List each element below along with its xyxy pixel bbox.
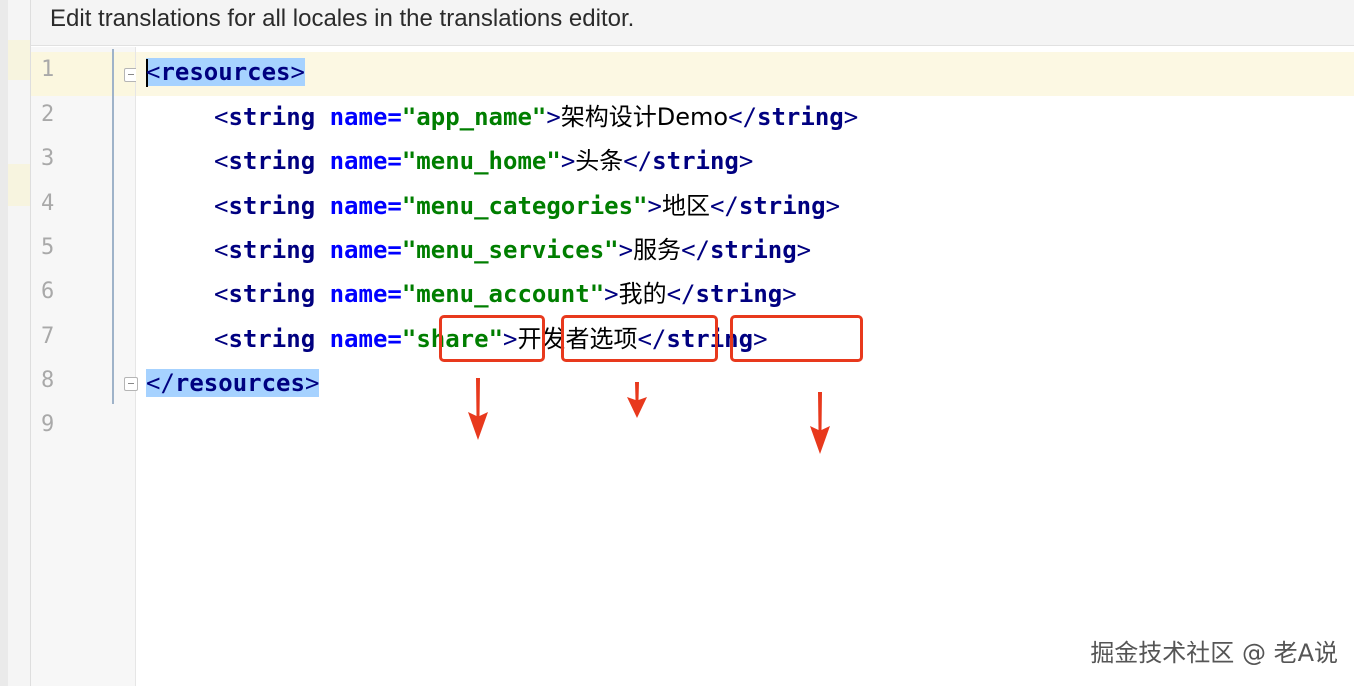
- attribute-value: "app_name": [401, 103, 547, 131]
- bracket: >: [304, 369, 320, 397]
- tag-name: string: [228, 325, 316, 353]
- attribute-value: "menu_services": [401, 236, 619, 264]
- attribute-name: name: [329, 280, 388, 308]
- attribute-name: name: [329, 192, 388, 220]
- selected-open-tag: <resources>: [146, 58, 305, 87]
- string-content: 架构设计Demo: [560, 103, 729, 131]
- tag-name: string: [228, 192, 316, 220]
- attribute-name: name: [329, 236, 388, 264]
- annotation-box-key: [439, 315, 545, 362]
- equals: =: [387, 236, 402, 264]
- down-arrow-icon: [627, 382, 647, 418]
- string-content: 地区: [661, 192, 710, 220]
- code-line-1[interactable]: <resources>: [146, 52, 305, 92]
- line-number: 3: [41, 146, 55, 171]
- bracket: <: [214, 325, 229, 353]
- bracket: >: [738, 147, 754, 175]
- bracket: </: [666, 280, 696, 308]
- annotation-box-value: [561, 315, 718, 362]
- current-line-highlight: [136, 52, 1354, 96]
- line-number: 7: [41, 324, 55, 349]
- equals: =: [387, 192, 402, 220]
- tag-name: string: [709, 236, 797, 264]
- string-content: 头条: [575, 147, 624, 175]
- bracket: >: [546, 103, 561, 131]
- bracket: <: [146, 58, 161, 86]
- tag-name: resources: [160, 58, 291, 86]
- bracket: >: [782, 280, 797, 308]
- notification-banner[interactable]: Edit translations for all locales in the…: [31, 0, 1354, 46]
- bracket: </: [681, 236, 710, 264]
- watermark: 掘金技术社区 @ 老A说: [1090, 639, 1338, 667]
- bracket: >: [825, 192, 841, 220]
- string-content: 我的: [618, 280, 667, 308]
- bracket: </: [146, 369, 175, 397]
- editor-gutter: 1 2 3 4 5 6 7 8 9: [31, 47, 138, 686]
- selected-close-tag: </resources>: [146, 369, 320, 397]
- equals: =: [387, 325, 402, 353]
- bracket: </: [623, 147, 653, 175]
- line-number: 2: [41, 102, 55, 127]
- bracket: >: [618, 236, 634, 264]
- bracket: <: [214, 236, 229, 264]
- bracket: >: [560, 147, 576, 175]
- code-line-3[interactable]: <string name="menu_home">头条</string>: [214, 141, 753, 181]
- strip-highlight: [8, 40, 30, 80]
- line-number: 4: [41, 191, 55, 216]
- attribute-value: "menu_categories": [401, 192, 648, 220]
- string-content: 服务: [633, 236, 682, 264]
- code-line-6[interactable]: <string name="menu_account">我的</string>: [214, 274, 797, 314]
- tag-name: string: [228, 147, 316, 175]
- equals: =: [387, 103, 402, 131]
- attribute-value: "menu_account": [401, 280, 605, 308]
- equals: =: [387, 147, 402, 175]
- bracket: >: [604, 280, 619, 308]
- tool-window-strip: [8, 0, 31, 686]
- attribute-name: name: [329, 325, 388, 353]
- attribute-name: name: [329, 147, 388, 175]
- line-number: 9: [41, 412, 55, 437]
- attribute-name: name: [329, 103, 388, 131]
- line-number: 1: [41, 57, 55, 82]
- bracket: </: [728, 103, 758, 131]
- outer-frame-edge: [0, 0, 8, 686]
- bracket: <: [214, 103, 229, 131]
- bracket: >: [647, 192, 662, 220]
- code-line-8[interactable]: </resources>: [146, 363, 320, 403]
- fold-toggle-icon[interactable]: [124, 377, 138, 391]
- line-number: 8: [41, 368, 55, 393]
- tag-name: resources: [174, 369, 305, 397]
- indent-guide: [112, 49, 114, 404]
- equals: =: [387, 280, 402, 308]
- tag-name: string: [228, 103, 316, 131]
- tag-name: string: [695, 280, 783, 308]
- tag-name: string: [228, 280, 316, 308]
- bracket: >: [843, 103, 859, 131]
- annotation-box-tag: [730, 315, 863, 362]
- line-number: 6: [41, 279, 55, 304]
- down-arrow-icon: [810, 392, 830, 454]
- quote: ": [401, 325, 417, 353]
- bracket: <: [214, 192, 229, 220]
- tag-name: string: [652, 147, 739, 175]
- code-line-4[interactable]: <string name="menu_categories">地区</strin…: [214, 186, 840, 226]
- strip-highlight: [8, 164, 30, 206]
- tag-name: string: [738, 192, 826, 220]
- tag-name: string: [228, 236, 316, 264]
- attribute-value: "menu_home": [401, 147, 561, 175]
- bracket: <: [214, 147, 229, 175]
- bracket: >: [290, 58, 305, 86]
- bracket: >: [796, 236, 812, 264]
- code-line-2[interactable]: <string name="app_name">架构设计Demo</string…: [214, 97, 858, 137]
- down-arrow-icon: [468, 378, 488, 440]
- bracket: <: [214, 280, 229, 308]
- tag-name: string: [757, 103, 844, 131]
- line-number: 5: [41, 235, 55, 260]
- code-line-5[interactable]: <string name="menu_services">服务</string>: [214, 230, 811, 270]
- bracket: </: [709, 192, 739, 220]
